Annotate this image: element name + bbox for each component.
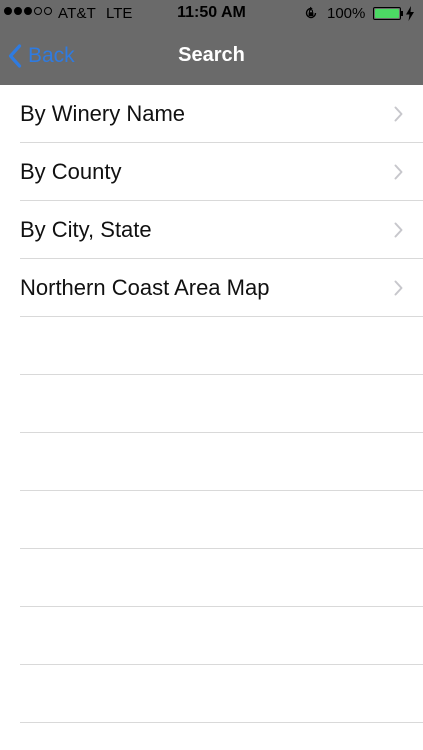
navigation-bar: Back Search bbox=[0, 28, 423, 85]
empty-table-row bbox=[0, 549, 423, 607]
page-title: Search bbox=[178, 44, 245, 66]
empty-table-row bbox=[0, 665, 423, 723]
charging-bolt-icon bbox=[406, 6, 414, 21]
app-screen: AT&T LTE 11:50 AM 100% Back Search By Wi… bbox=[0, 0, 423, 750]
battery-tip bbox=[401, 11, 403, 16]
battery-percentage: 100% bbox=[327, 5, 366, 22]
header: AT&T LTE 11:50 AM 100% Back Search bbox=[0, 0, 423, 85]
list-item-label: By City, State bbox=[20, 217, 152, 242]
battery-fill bbox=[375, 9, 399, 18]
rotation-lock-icon bbox=[305, 6, 317, 19]
list-item-label: Northern Coast Area Map bbox=[20, 275, 270, 300]
chevron-right-icon bbox=[394, 164, 403, 180]
empty-table-row bbox=[0, 433, 423, 491]
list-item-label: By County bbox=[20, 159, 122, 184]
empty-table-row bbox=[0, 317, 423, 375]
search-options-list: By Winery Name By County By City, State … bbox=[0, 85, 423, 723]
list-item-by-winery-name[interactable]: By Winery Name bbox=[0, 85, 423, 143]
chevron-right-icon bbox=[394, 222, 403, 238]
list-item-by-city-state[interactable]: By City, State bbox=[0, 201, 423, 259]
list-item-by-county[interactable]: By County bbox=[0, 143, 423, 201]
battery-icon bbox=[373, 7, 401, 20]
list-item-northern-coast-area-map[interactable]: Northern Coast Area Map bbox=[0, 259, 423, 317]
empty-table-row bbox=[0, 607, 423, 665]
chevron-right-icon bbox=[394, 280, 403, 296]
empty-table-row bbox=[0, 491, 423, 549]
chevron-right-icon bbox=[394, 106, 403, 122]
list-item-label: By Winery Name bbox=[20, 101, 186, 126]
status-bar: AT&T LTE 11:50 AM 100% bbox=[0, 0, 423, 28]
empty-table-row bbox=[0, 375, 423, 433]
